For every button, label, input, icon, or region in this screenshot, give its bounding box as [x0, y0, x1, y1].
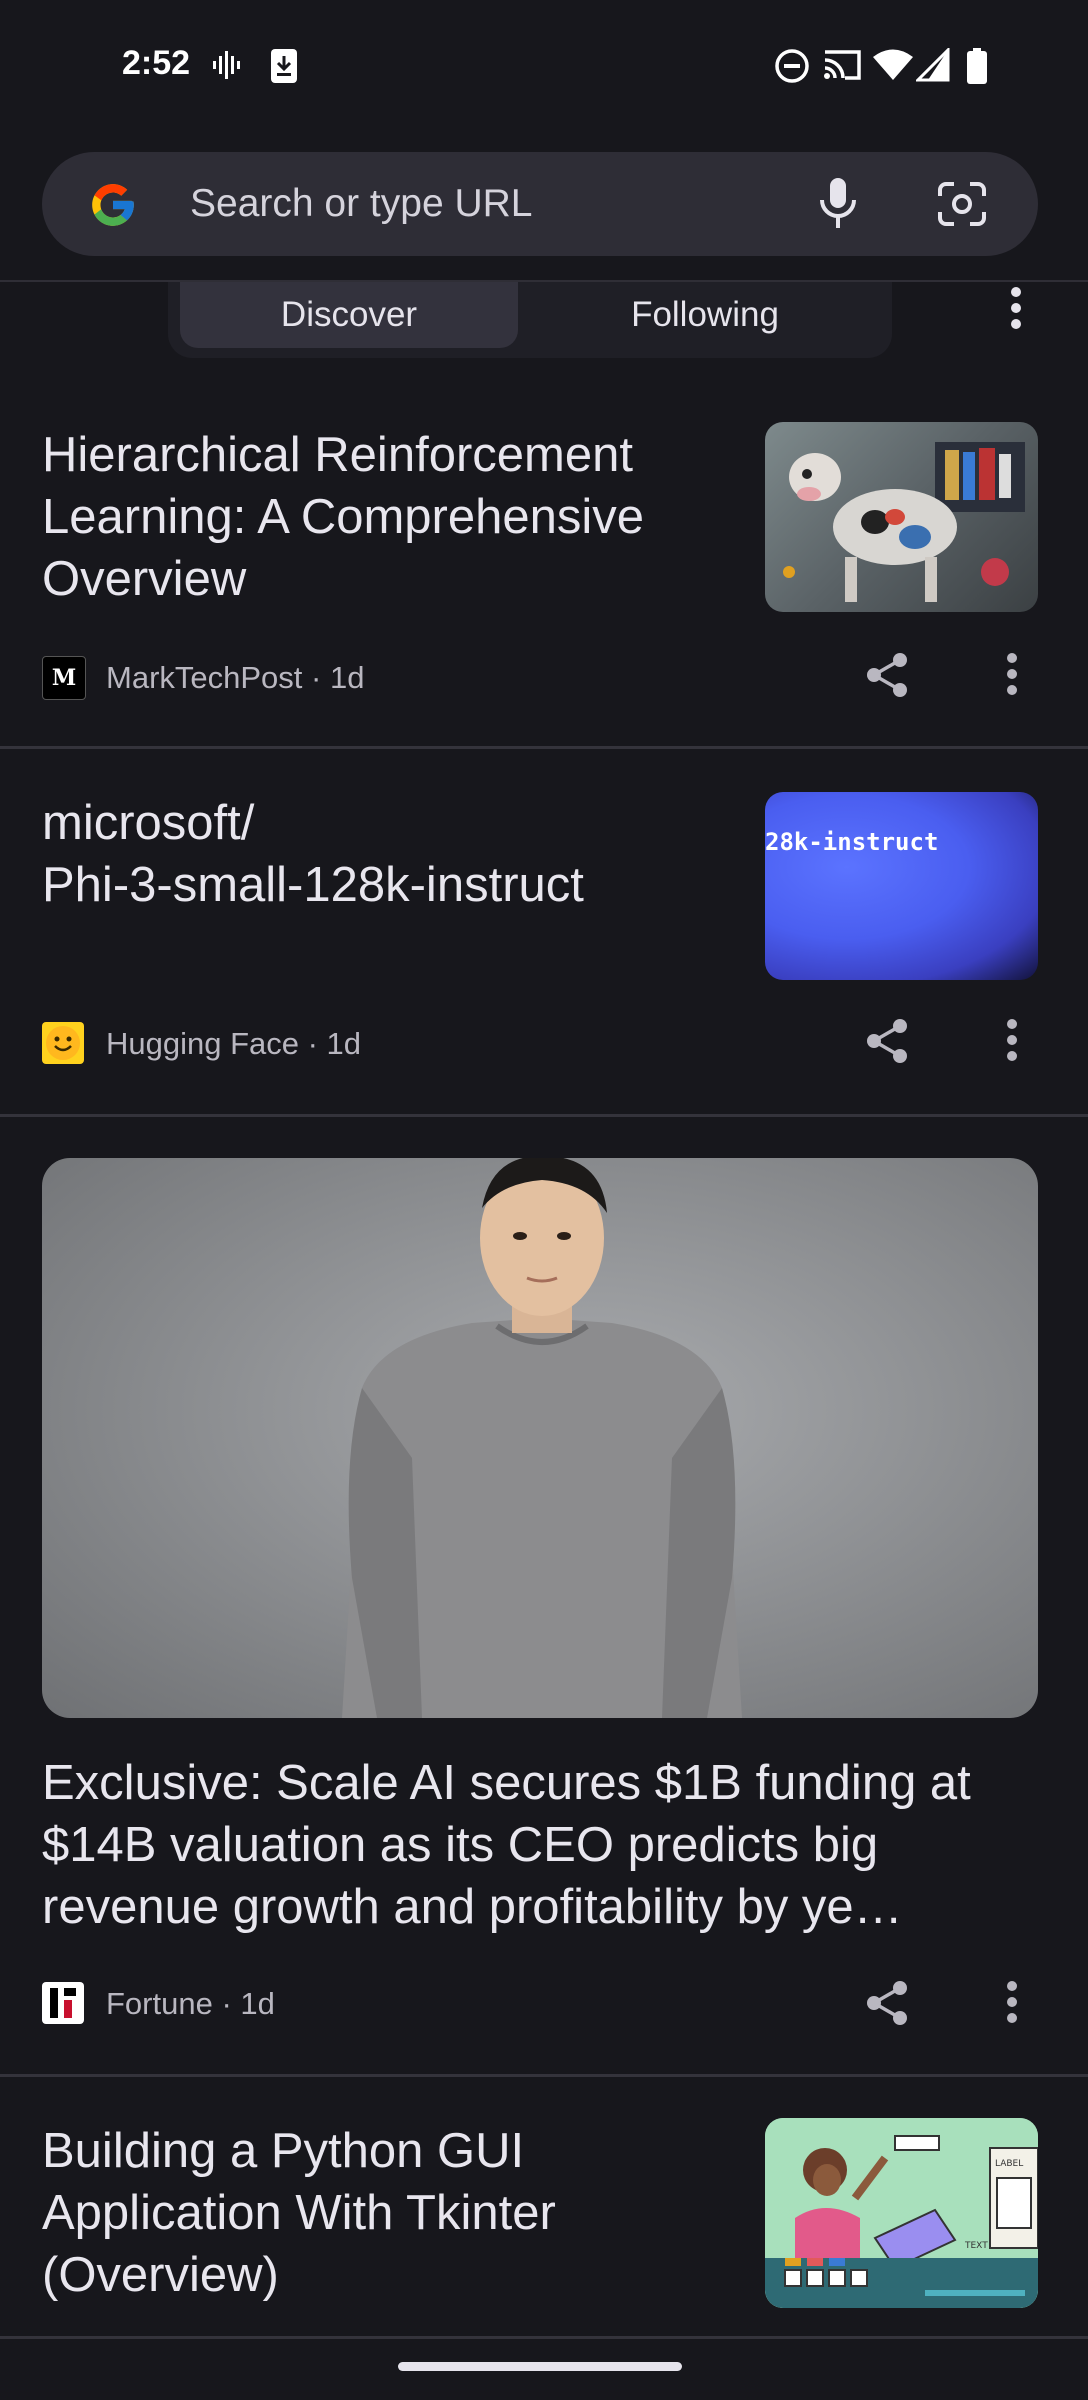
card-divider [0, 746, 1088, 749]
battery-icon [967, 48, 987, 84]
marktechpost-logo: M [42, 656, 86, 700]
article-title[interactable]: Building a Python GUI Application With T… [42, 2120, 642, 2306]
svg-text:M: M [52, 665, 76, 691]
thumbnail-text: 28k-instruct [765, 828, 939, 856]
more-options-icon[interactable] [1000, 652, 1024, 696]
article-meta: MarkTechPost · 1d [106, 660, 365, 695]
more-options-icon[interactable] [1004, 284, 1028, 332]
signal-icon [916, 48, 950, 82]
share-icon[interactable] [866, 1980, 908, 2026]
article-meta: Hugging Face · 1d [106, 1026, 362, 1061]
wifi-icon [873, 49, 913, 80]
article-title[interactable]: microsoft/ Phi-3-small-128k-instruct [42, 792, 722, 916]
article-title[interactable]: Hierarchical Reinforcement Learning: A C… [42, 424, 722, 610]
search-bar[interactable]: Search or type URL [42, 152, 1038, 256]
feed-tabs: Discover Following [168, 282, 892, 358]
search-input[interactable]: Search or type URL [190, 182, 533, 226]
article-card[interactable]: Exclusive: Scale AI secures $1B funding … [0, 1118, 1088, 2074]
more-options-icon[interactable] [1000, 1980, 1024, 2024]
cast-icon [824, 50, 861, 80]
article-thumbnail[interactable]: 28k-instruct [765, 792, 1038, 980]
google-logo[interactable] [88, 180, 138, 230]
article-meta: Fortune · 1d [106, 1986, 275, 2021]
status-bar: 2:52 [0, 0, 1088, 140]
article-title-line: Phi-3-small-128k-instruct [42, 858, 584, 912]
article-hero-image[interactable] [42, 1158, 1038, 1718]
article-thumbnail[interactable]: LABEL TEXT [765, 2118, 1038, 2308]
share-icon[interactable] [866, 1018, 908, 1064]
microphone-icon[interactable] [818, 176, 858, 232]
article-card[interactable]: Building a Python GUI Application With T… [0, 2078, 1088, 2338]
thumbnail-text: LABEL [995, 2159, 1023, 2169]
article-source-row: Hugging Face · 1d [42, 1022, 642, 1066]
article-title-line: microsoft/ [42, 796, 255, 850]
article-source-row: Fortune · 1d [42, 1982, 642, 2026]
card-divider [0, 1114, 1088, 1117]
article-card[interactable]: Hierarchical Reinforcement Learning: A C… [0, 360, 1088, 748]
fortune-logo [42, 1982, 84, 2024]
home-indicator[interactable] [398, 2362, 682, 2371]
share-icon[interactable] [866, 652, 908, 698]
lens-icon[interactable] [936, 180, 988, 228]
status-time: 2:52 [122, 44, 191, 82]
tab-discover[interactable]: Discover [180, 282, 518, 348]
voicemail-wave-icon [213, 51, 240, 79]
hugging-face-logo [42, 1022, 84, 1064]
download-icon [271, 49, 297, 83]
card-divider [0, 2074, 1088, 2077]
tab-following[interactable]: Following [530, 282, 880, 348]
do-not-disturb-icon [775, 49, 809, 83]
article-thumbnail[interactable] [765, 422, 1038, 612]
article-card[interactable]: microsoft/ Phi-3-small-128k-instruct 28k… [0, 750, 1088, 1114]
article-source-row: M MarkTechPost · 1d [42, 656, 642, 700]
more-options-icon[interactable] [1000, 1018, 1024, 1062]
article-title[interactable]: Exclusive: Scale AI secures $1B funding … [42, 1752, 1042, 1938]
card-divider [0, 2336, 1088, 2339]
thumbnail-text: TEXT [964, 2241, 988, 2251]
